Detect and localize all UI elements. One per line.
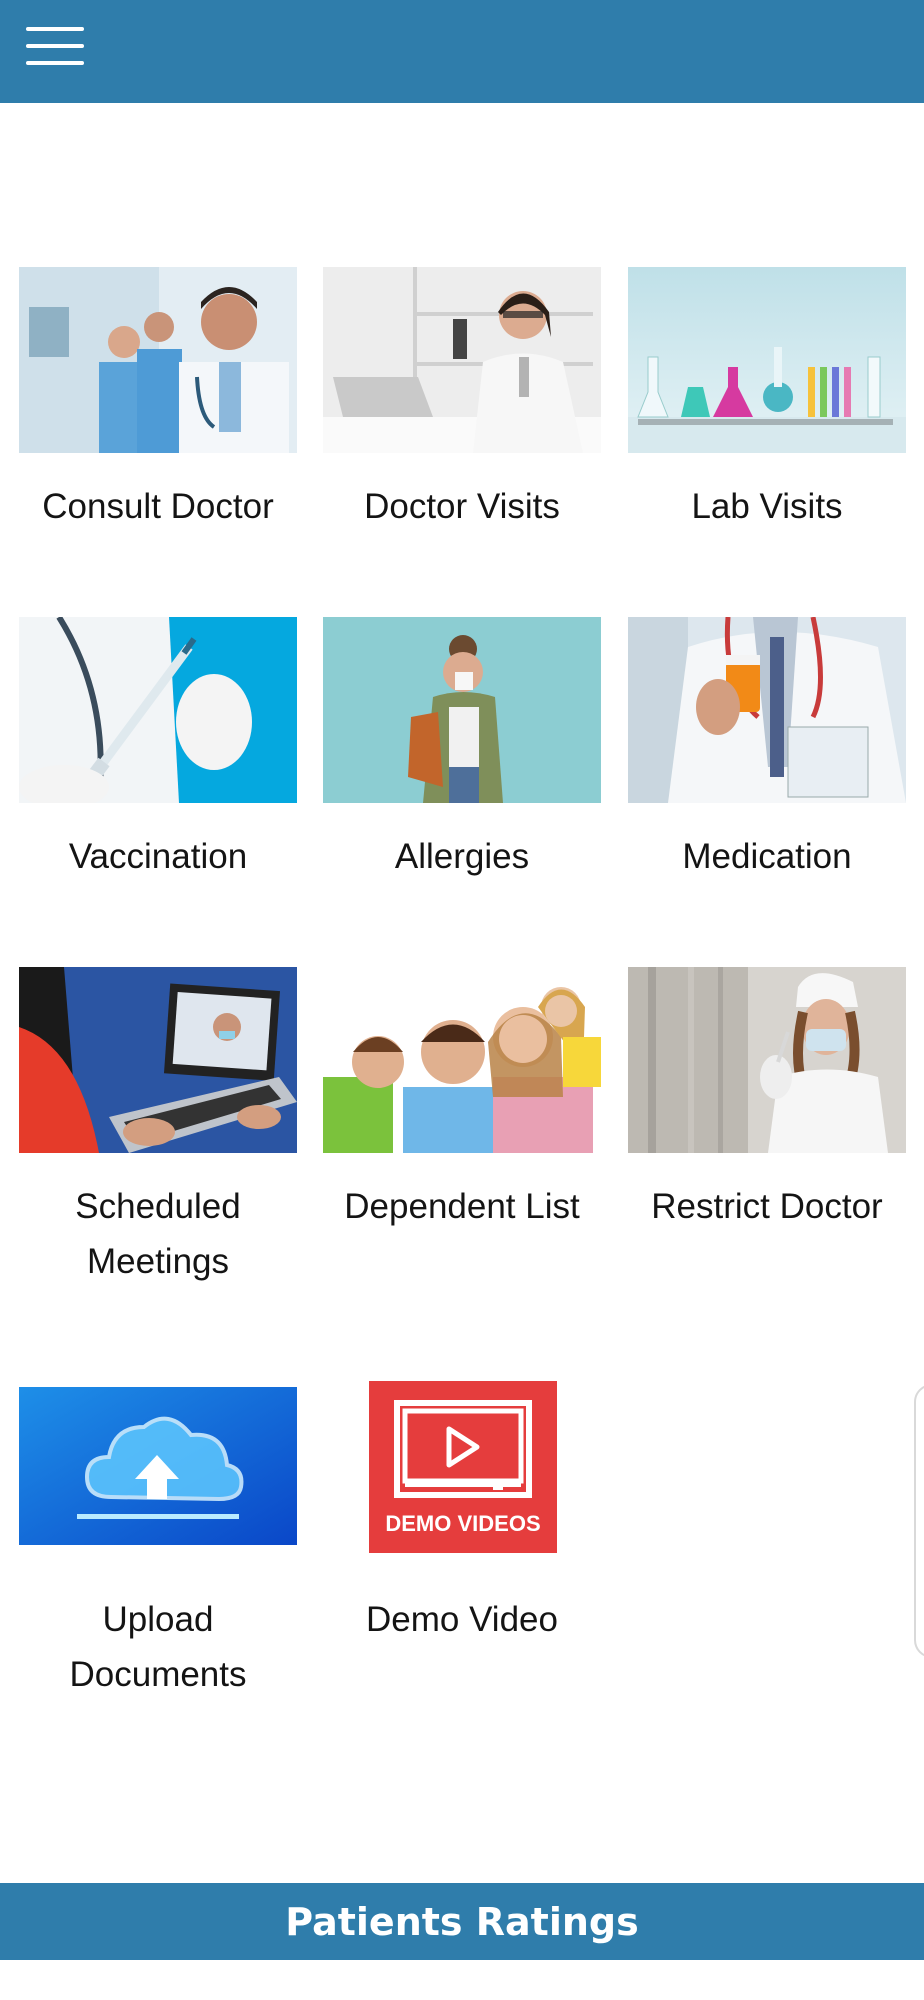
tile-label: Consult Doctor xyxy=(42,487,274,526)
cloud-upload-icon xyxy=(19,1387,297,1545)
tile-label: Scheduled Meetings xyxy=(75,1187,241,1281)
demo-videos-badge: DEMO VIDEOS xyxy=(369,1381,557,1553)
doctors-team-photo xyxy=(19,267,297,453)
tile-label: Restrict Doctor xyxy=(651,1187,883,1226)
tile-label: Allergies xyxy=(394,837,530,876)
tile-label: Vaccination xyxy=(68,837,248,876)
syringe-vaccine-photo xyxy=(19,617,297,803)
side-drawer-handle[interactable] xyxy=(914,1384,924,1658)
demo-videos-badge-text: DEMO VIDEOS xyxy=(385,1511,541,1536)
family-photo xyxy=(323,967,601,1153)
hamburger-menu-icon[interactable] xyxy=(24,27,88,67)
tile-label: Upload Documents xyxy=(69,1600,247,1694)
tile-label: Dependent List xyxy=(344,1187,580,1226)
patients-ratings-bar[interactable]: Patients Ratings xyxy=(0,1883,924,1960)
tile-label: Demo Video xyxy=(366,1600,558,1639)
doctor-pill-bottle-photo xyxy=(628,617,906,803)
tile-label: Doctor Visits xyxy=(364,487,560,526)
video-call-laptop-photo xyxy=(19,967,297,1153)
tile-label: Medication xyxy=(682,837,852,876)
patients-ratings-title: Patients Ratings xyxy=(285,1899,639,1944)
doctor-on-phone-photo xyxy=(323,267,601,453)
lab-glassware-photo xyxy=(628,267,906,453)
top-app-bar xyxy=(0,0,924,103)
woman-sneezing-photo xyxy=(323,617,601,803)
nurse-with-mask-photo xyxy=(628,967,906,1153)
tile-label: Lab Visits xyxy=(691,487,843,526)
